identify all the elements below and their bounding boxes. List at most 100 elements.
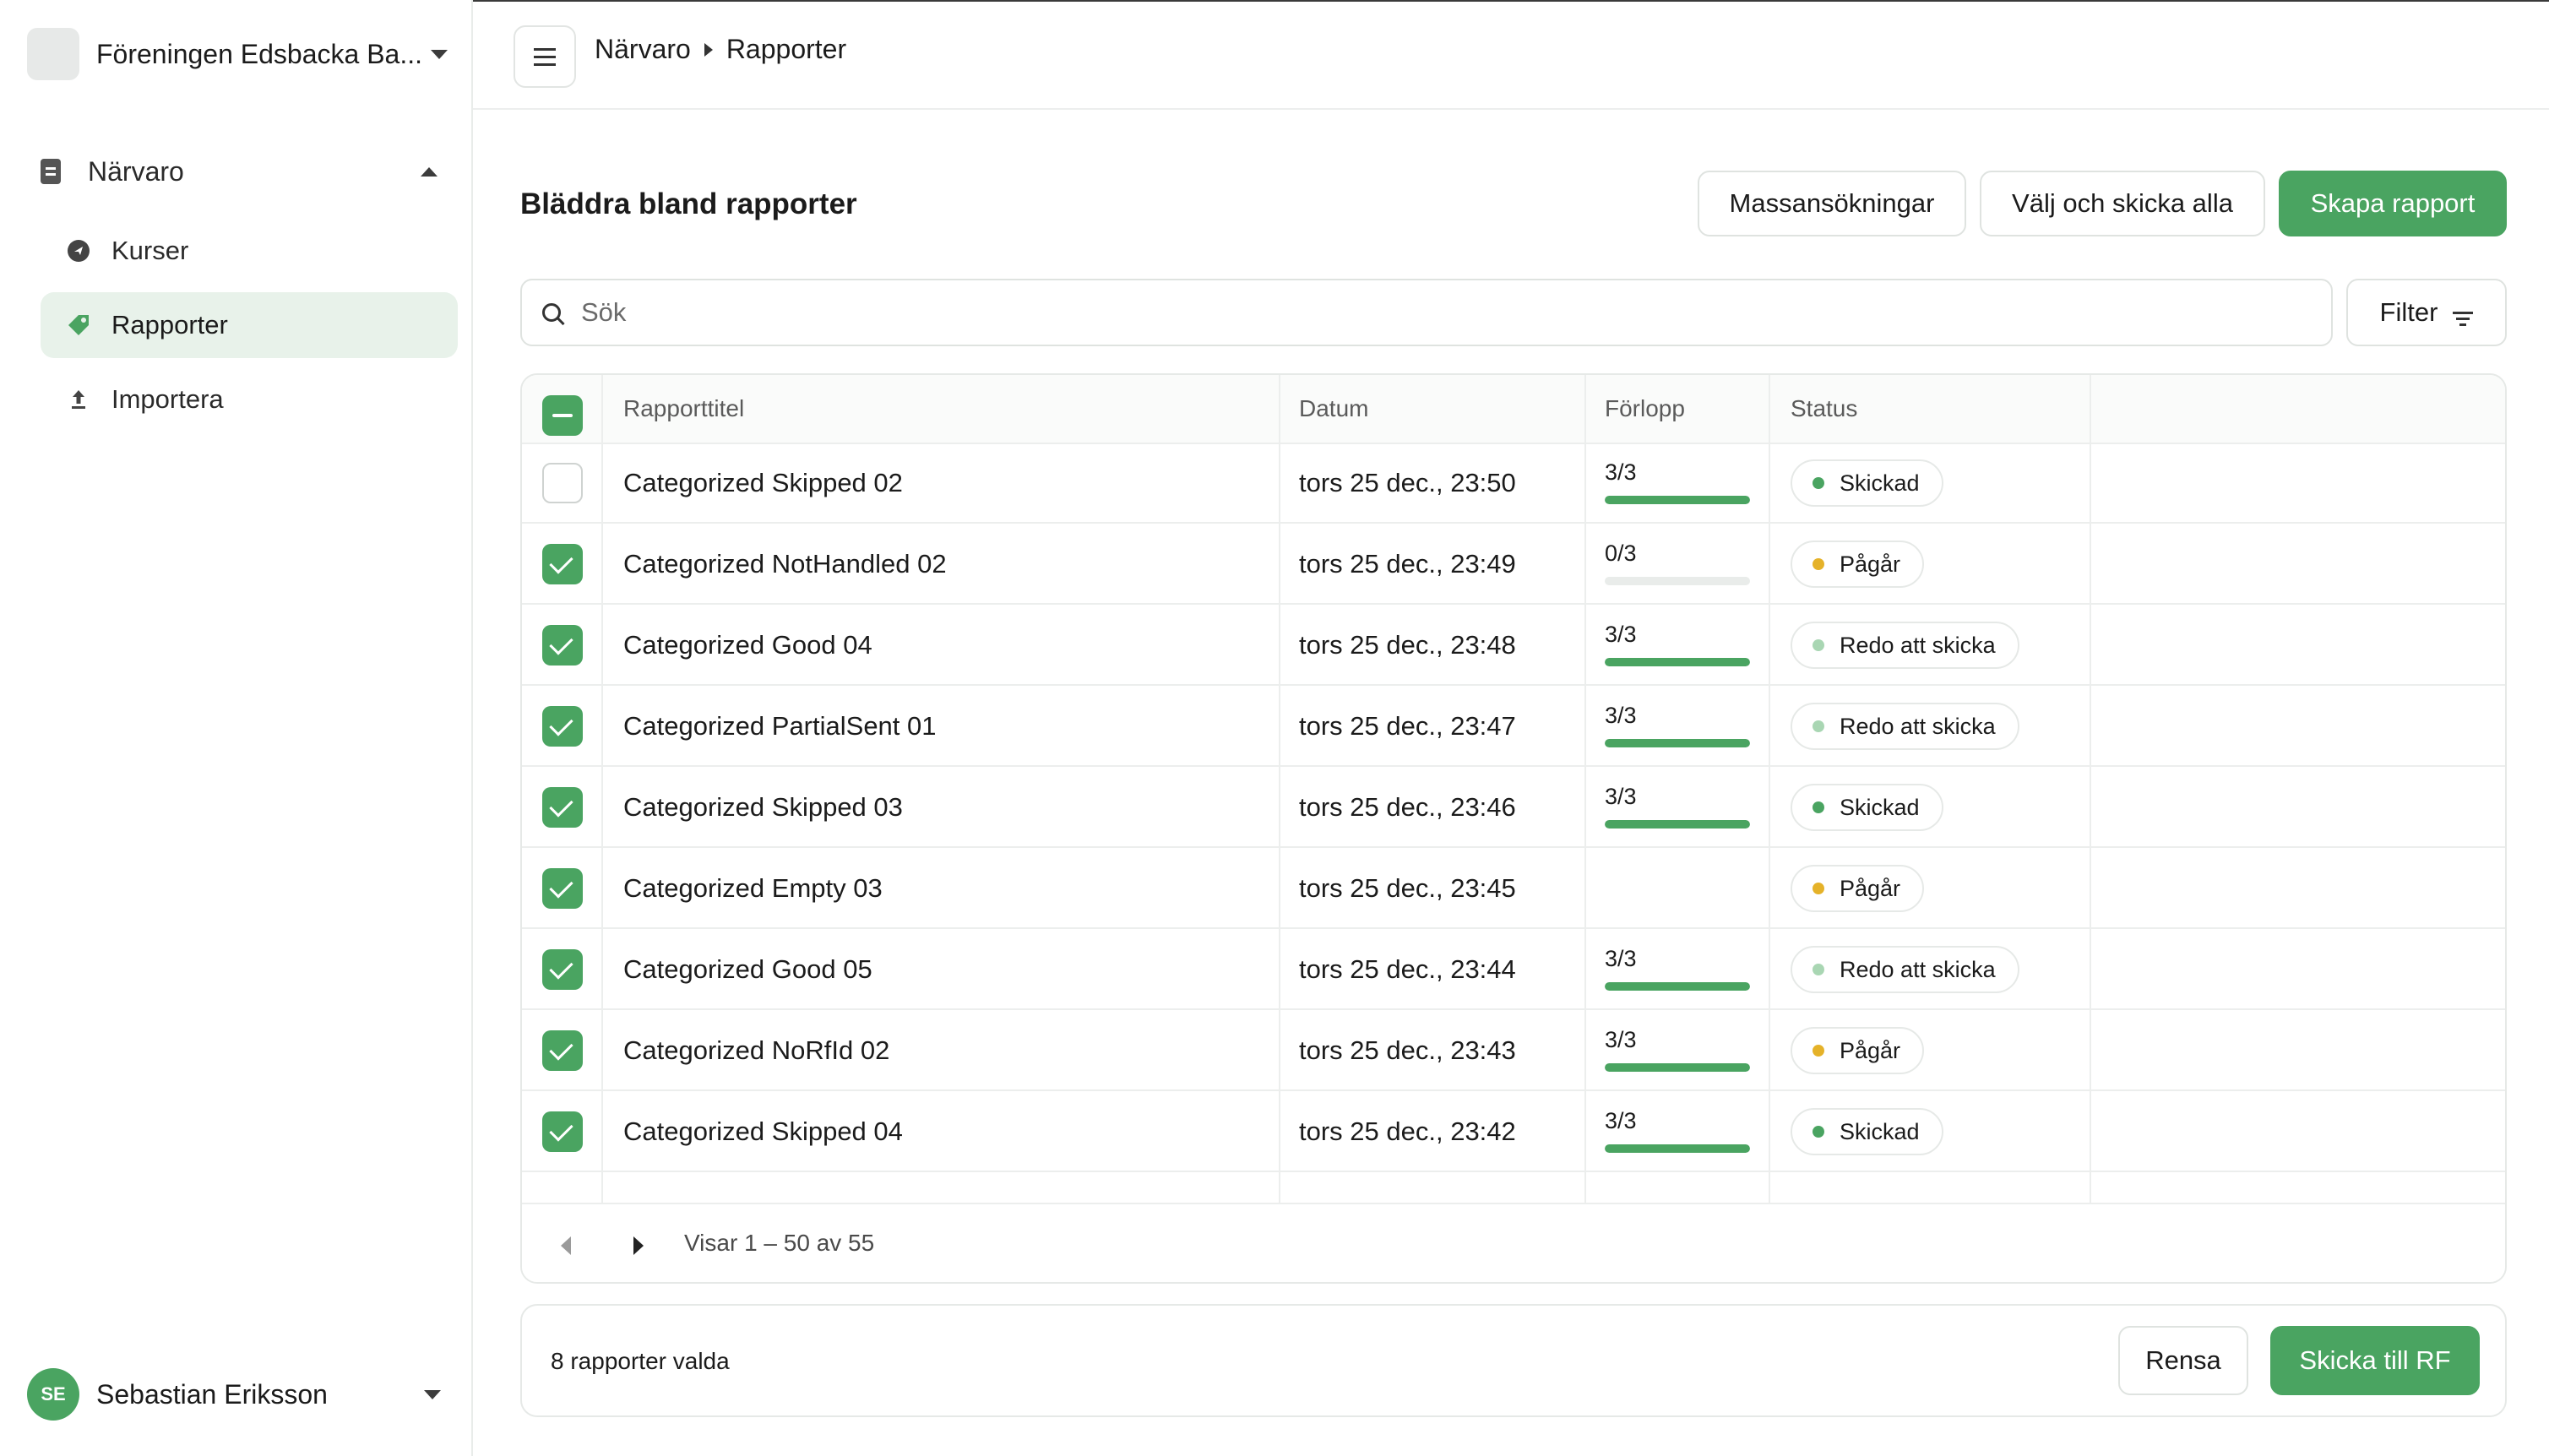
table-row[interactable]: Categorized Skipped 03 tors 25 dec., 23:4… (522, 767, 2505, 848)
sidebar-item-kurser[interactable]: Kurser (41, 218, 458, 284)
select-all-checkbox[interactable] (542, 395, 583, 436)
row-checkbox[interactable] (542, 544, 583, 584)
breadcrumb-narvaro[interactable]: Närvaro (595, 34, 691, 65)
status-badge: Redo att skicka (1791, 946, 2019, 993)
report-date: tors 25 dec., 23:50 (1299, 468, 1516, 497)
report-title[interactable]: Categorized Skipped 02 (623, 443, 903, 524)
table-header: Rapporttitel Datum Förlopp Status (522, 375, 2505, 444)
status-label: Skickad (1840, 794, 1920, 820)
row-checkbox[interactable] (542, 949, 583, 990)
row-checkbox[interactable] (542, 868, 583, 909)
report-title[interactable]: Categorized NoRfId 02 (623, 1010, 889, 1091)
progress-indicator: 3/3 (1605, 622, 1750, 666)
row-checkbox[interactable] (542, 787, 583, 828)
progress-text: 3/3 (1605, 946, 1637, 971)
sidebar-item-importera[interactable]: Importera (41, 367, 458, 432)
table-row[interactable]: Categorized Good 05 tors 25 dec., 23:44 3/… (522, 929, 2505, 1010)
column-divider (1769, 375, 1770, 1203)
pagination: Visar 1 – 50 av 55 (522, 1203, 2505, 1282)
menu-toggle-button[interactable] (514, 25, 576, 88)
progress-indicator: 3/3 (1605, 1108, 1750, 1153)
selection-action-bar: 8 rapporter valda Rensa Skicka till RF (520, 1304, 2507, 1417)
clipboard-icon (41, 159, 61, 184)
progress-text: 3/3 (1605, 703, 1637, 728)
send-to-rf-button[interactable]: Skicka till RF (2270, 1326, 2480, 1395)
topbar: Närvaro Rapporter (473, 0, 2549, 110)
reports-table: Rapporttitel Datum Förlopp Status Catego… (520, 373, 2507, 1284)
progress-text: 3/3 (1605, 784, 1637, 809)
table-row[interactable]: Categorized Skipped 04 tors 25 dec., 23:4… (522, 1091, 2505, 1172)
chevron-down-icon (431, 49, 448, 59)
row-checkbox[interactable] (542, 625, 583, 666)
row-checkbox[interactable] (542, 1111, 583, 1152)
search-input[interactable]: Sök (581, 297, 626, 328)
report-date: tors 25 dec., 23:48 (1299, 630, 1516, 660)
filter-button[interactable]: Filter (2346, 279, 2507, 346)
search-icon (542, 303, 561, 322)
progress-bar-fill (1605, 739, 1750, 747)
progress-bar-fill (1605, 1144, 1750, 1153)
table-row[interactable]: Categorized Good 04 tors 25 dec., 23:48 3/… (522, 605, 2505, 686)
report-title[interactable]: Categorized PartialSent 01 (623, 686, 937, 767)
sidebar-item-rapporter[interactable]: Rapporter (41, 292, 458, 358)
status-dot-icon (1813, 477, 1824, 489)
select-and-send-all-button[interactable]: Välj och skicka alla (1980, 171, 2265, 236)
table-row[interactable]: Categorized NoRfId 02 tors 25 dec., 23:43… (522, 1010, 2505, 1091)
org-switcher[interactable]: Föreningen Edsbacka Ba... (27, 28, 448, 80)
status-dot-icon (1813, 883, 1824, 894)
user-menu[interactable]: SE Sebastian Eriksson (27, 1368, 441, 1421)
report-title[interactable]: Categorized Skipped 04 (623, 1091, 903, 1172)
previous-page-icon[interactable] (561, 1236, 571, 1255)
clear-selection-button[interactable]: Rensa (2118, 1326, 2248, 1395)
column-header-title[interactable]: Rapporttitel (623, 375, 744, 443)
column-divider (601, 375, 603, 1203)
progress-bar-fill (1605, 1063, 1750, 1072)
breadcrumb-rapporter: Rapporter (726, 34, 847, 64)
table-row[interactable]: Categorized Empty 03 tors 25 dec., 23:45 P… (522, 848, 2505, 929)
progress-bar-fill (1605, 496, 1750, 504)
status-dot-icon (1813, 639, 1824, 651)
column-divider (2090, 375, 2091, 1203)
report-title[interactable]: Categorized Empty 03 (623, 848, 883, 929)
progress-indicator: 0/3 (1605, 541, 1750, 585)
progress-indicator: 3/3 (1605, 784, 1750, 829)
column-header-status[interactable]: Status (1791, 375, 1857, 443)
next-page-icon[interactable] (633, 1236, 644, 1255)
report-title[interactable]: Categorized Good 04 (623, 605, 872, 686)
column-header-date[interactable]: Datum (1299, 375, 1368, 443)
report-date: tors 25 dec., 23:43 (1299, 1035, 1516, 1065)
sidebar-item-label: Importera (111, 384, 224, 414)
progress-text: 3/3 (1605, 459, 1637, 485)
status-label: Skickad (1840, 1118, 1920, 1144)
report-title[interactable]: Categorized NotHandled 02 (623, 524, 947, 605)
column-header-progress[interactable]: Förlopp (1605, 375, 1685, 443)
status-label: Pågår (1840, 1037, 1901, 1063)
mass-applications-button[interactable]: Massansökningar (1698, 171, 1966, 236)
progress-indicator: 3/3 (1605, 1027, 1750, 1072)
row-checkbox[interactable] (542, 1030, 583, 1071)
page-title: Bläddra bland rapporter (520, 187, 857, 220)
table-row[interactable]: Categorized Skipped 02 tors 25 dec., 23:5… (522, 443, 2505, 524)
row-checkbox[interactable] (542, 463, 583, 503)
progress-bar (1605, 982, 1750, 991)
create-report-button[interactable]: Skapa rapport (2279, 171, 2507, 236)
status-label: Redo att skicka (1840, 632, 1996, 658)
report-date: tors 25 dec., 23:45 (1299, 873, 1516, 903)
filter-label: Filter (2379, 297, 2438, 327)
table-row[interactable]: Categorized NotHandled 02 tors 25 dec., 2… (522, 524, 2505, 605)
sidebar-group-narvaro[interactable]: Närvaro (41, 150, 438, 193)
status-badge: Pågår (1791, 1027, 1925, 1074)
report-date: tors 25 dec., 23:42 (1299, 1116, 1516, 1146)
table-row[interactable]: Categorized PartialSent 01 tors 25 dec., … (522, 686, 2505, 767)
status-badge: Skickad (1791, 459, 1943, 507)
report-title[interactable]: Categorized Good 05 (623, 929, 872, 1010)
status-badge: Skickad (1791, 1108, 1943, 1155)
org-name: Föreningen Edsbacka Ba... (96, 38, 423, 69)
row-checkbox[interactable] (542, 706, 583, 747)
status-badge: Redo att skicka (1791, 703, 2019, 750)
search-field[interactable]: Sök (520, 279, 2333, 346)
upload-icon (66, 387, 91, 412)
report-title[interactable]: Categorized Skipped 03 (623, 767, 903, 848)
status-badge: Redo att skicka (1791, 622, 2019, 669)
status-dot-icon (1813, 720, 1824, 732)
